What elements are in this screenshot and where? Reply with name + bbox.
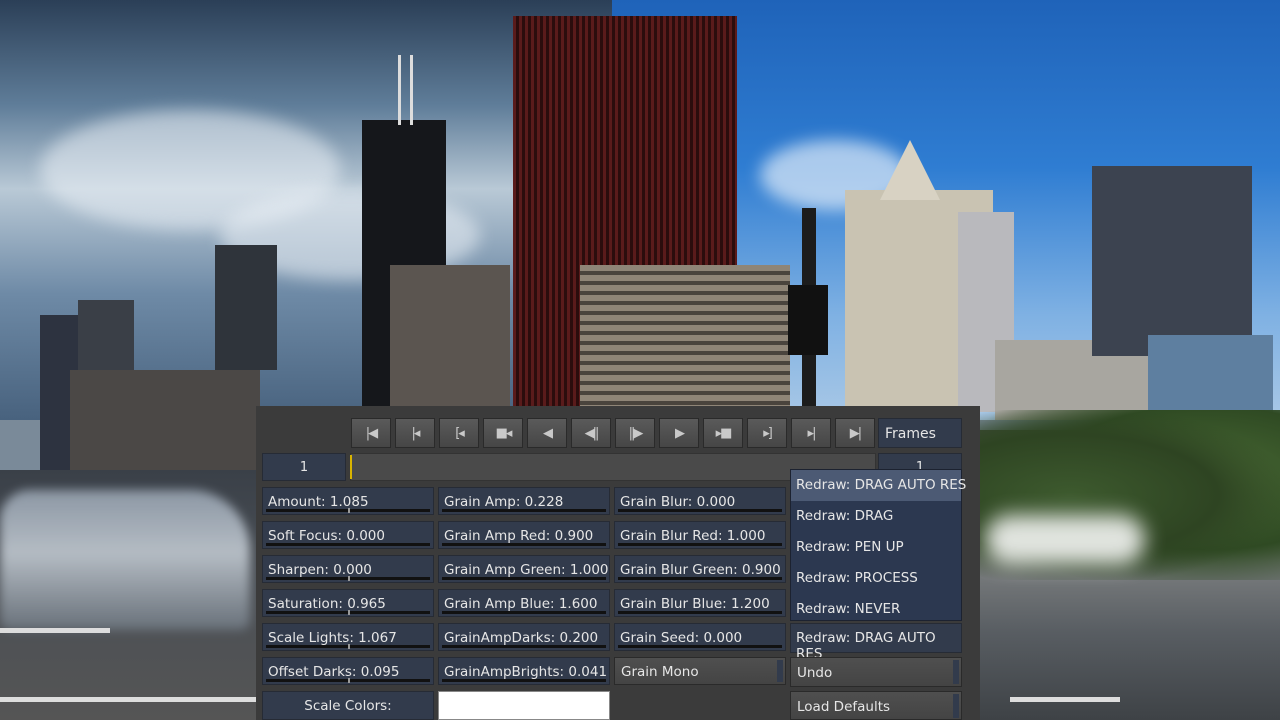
offset-darks-slider[interactable]: Offset Darks: 0.095 bbox=[262, 657, 434, 685]
grain-mono-toggle[interactable]: Grain Mono bbox=[614, 657, 786, 685]
lane-marking bbox=[0, 697, 262, 702]
step-forward-button[interactable]: ||▶ bbox=[615, 418, 655, 448]
slider-track bbox=[442, 611, 606, 614]
param-label: GrainAmpBrights: 0.041 bbox=[444, 664, 608, 680]
slider-marker bbox=[348, 576, 350, 581]
param-label: Grain Amp Green: 1.000 bbox=[444, 562, 609, 578]
next-mark-button[interactable]: ▸] bbox=[747, 418, 787, 448]
frames-mode-button[interactable]: Frames bbox=[878, 418, 962, 448]
grain-blur-red-slider[interactable]: Grain Blur Red: 1.000 bbox=[614, 521, 786, 549]
slider-track bbox=[618, 611, 782, 614]
lane-marking bbox=[1010, 697, 1120, 702]
redraw-option[interactable]: Redraw: PROCESS bbox=[791, 563, 961, 594]
param-label: Grain Amp Red: 0.900 bbox=[444, 528, 594, 544]
grain-blur-slider[interactable]: Grain Blur: 0.000 bbox=[614, 487, 786, 515]
grain-blur-green-slider[interactable]: Grain Blur Green: 0.900 bbox=[614, 555, 786, 583]
undo-button[interactable]: Undo bbox=[790, 657, 962, 687]
building bbox=[390, 265, 510, 410]
goto-start-button[interactable]: |◀ bbox=[351, 418, 391, 448]
building bbox=[215, 245, 277, 370]
param-label: Amount: 1.085 bbox=[268, 494, 369, 510]
slider-marker bbox=[348, 644, 350, 649]
scale-lights-slider[interactable]: Scale Lights: 1.067 bbox=[262, 623, 434, 651]
slider-track bbox=[442, 509, 606, 512]
slider-marker bbox=[348, 678, 350, 683]
grain-amp-red-slider[interactable]: Grain Amp Red: 0.900 bbox=[438, 521, 610, 549]
slider-track bbox=[618, 509, 782, 512]
play-backward-button[interactable]: ◀ bbox=[527, 418, 567, 448]
grain-amp-green-slider[interactable]: Grain Amp Green: 1.000 bbox=[438, 555, 610, 583]
grain-amp-darks-slider[interactable]: GrainAmpDarks: 0.200 bbox=[438, 623, 610, 651]
scale-colors-swatch[interactable] bbox=[438, 691, 610, 720]
button-indicator bbox=[953, 694, 959, 718]
saturation-slider[interactable]: Saturation: 0.965 bbox=[262, 589, 434, 617]
toggle-indicator bbox=[777, 660, 783, 682]
slider-track bbox=[618, 645, 782, 648]
play-forward-button[interactable]: ▶ bbox=[659, 418, 699, 448]
soft-focus-slider[interactable]: Soft Focus: 0.000 bbox=[262, 521, 434, 549]
param-label: Offset Darks: 0.095 bbox=[268, 664, 400, 680]
load-defaults-button[interactable]: Load Defaults bbox=[790, 691, 962, 720]
car-motion-blur bbox=[0, 490, 250, 630]
redraw-mode-menu: Redraw: DRAG AUTO RES Redraw: DRAG Redraw:… bbox=[790, 469, 966, 621]
redraw-option[interactable]: Redraw: PEN UP bbox=[791, 532, 961, 563]
prev-mark-button[interactable]: [◂ bbox=[439, 418, 479, 448]
grain-mono-label: Grain Mono bbox=[621, 664, 699, 680]
grain-blur-blue-slider[interactable]: Grain Blur Blue: 1.200 bbox=[614, 589, 786, 617]
building bbox=[1092, 166, 1252, 356]
param-label: Scale Lights: 1.067 bbox=[268, 630, 397, 646]
grain-seed-slider[interactable]: Grain Seed: 0.000 bbox=[614, 623, 786, 651]
sharpen-slider[interactable]: Sharpen: 0.000 bbox=[262, 555, 434, 583]
param-label: Grain Blur: 0.000 bbox=[620, 494, 736, 510]
slider-track bbox=[266, 543, 430, 546]
step-back-stop-button[interactable]: ■◂ bbox=[483, 418, 523, 448]
redraw-mode-dropdown[interactable]: Redraw: DRAG AUTO RES bbox=[790, 623, 962, 662]
redraw-option[interactable]: Redraw: DRAG AUTO RES bbox=[791, 470, 966, 501]
grain-amp-brights-slider[interactable]: GrainAmpBrights: 0.041 bbox=[438, 657, 610, 685]
scale-colors-label: Scale Colors: bbox=[262, 691, 434, 720]
param-label: Soft Focus: 0.000 bbox=[268, 528, 385, 544]
undo-label: Undo bbox=[797, 665, 833, 681]
lane-marking bbox=[0, 628, 110, 633]
step-forward-stop-button[interactable]: ▸■ bbox=[703, 418, 743, 448]
param-label: Grain Blur Blue: 1.200 bbox=[620, 596, 770, 612]
param-label: Grain Blur Red: 1.000 bbox=[620, 528, 766, 544]
param-label: Saturation: 0.965 bbox=[268, 596, 386, 612]
antenna bbox=[398, 55, 401, 125]
next-keyframe-button[interactable]: ▸| bbox=[791, 418, 831, 448]
redraw-option[interactable]: Redraw: DRAG bbox=[791, 501, 961, 532]
antenna bbox=[410, 55, 413, 125]
playhead[interactable] bbox=[350, 455, 352, 479]
button-indicator bbox=[953, 660, 959, 684]
slider-track bbox=[618, 543, 782, 546]
slider-track bbox=[618, 577, 782, 580]
step-backward-button[interactable]: ◀|| bbox=[571, 418, 611, 448]
traffic-light bbox=[788, 285, 828, 355]
amount-slider[interactable]: Amount: 1.085 bbox=[262, 487, 434, 515]
goto-end-button[interactable]: ▶| bbox=[835, 418, 875, 448]
slider-track bbox=[442, 577, 606, 580]
param-label: Sharpen: 0.000 bbox=[268, 562, 372, 578]
slider-marker bbox=[348, 508, 350, 513]
slider-track bbox=[442, 645, 606, 648]
slider-marker bbox=[348, 610, 350, 615]
grain-amp-blue-slider[interactable]: Grain Amp Blue: 1.600 bbox=[438, 589, 610, 617]
slider-track bbox=[442, 679, 606, 682]
prev-keyframe-button[interactable]: |◂ bbox=[395, 418, 435, 448]
current-frame-field[interactable]: 1 bbox=[262, 453, 346, 481]
param-label: Grain Blur Green: 0.900 bbox=[620, 562, 781, 578]
light-glow bbox=[985, 515, 1145, 565]
load-defaults-label: Load Defaults bbox=[797, 699, 891, 715]
building bbox=[580, 265, 790, 410]
param-label: Grain Seed: 0.000 bbox=[620, 630, 743, 646]
param-label: GrainAmpDarks: 0.200 bbox=[444, 630, 599, 646]
redraw-option[interactable]: Redraw: NEVER bbox=[791, 594, 961, 625]
grain-amp-slider[interactable]: Grain Amp: 0.228 bbox=[438, 487, 610, 515]
param-label: Grain Amp: 0.228 bbox=[444, 494, 564, 510]
slider-track bbox=[442, 543, 606, 546]
param-label: Grain Amp Blue: 1.600 bbox=[444, 596, 598, 612]
